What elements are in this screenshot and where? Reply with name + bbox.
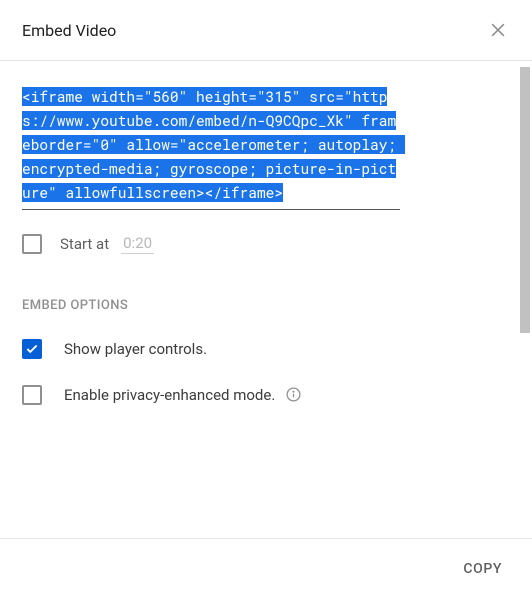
embed-code-text: <iframe width="560" height="315" src="ht… xyxy=(22,87,405,202)
privacy-mode-label-text: Enable privacy-enhanced mode. xyxy=(64,386,275,404)
start-at-checkbox[interactable] xyxy=(22,234,42,254)
start-at-label-text: Start at xyxy=(60,235,109,253)
player-controls-row: Show player controls. xyxy=(22,339,510,359)
privacy-mode-label: Enable privacy-enhanced mode. xyxy=(64,386,302,404)
copy-button[interactable]: COPY xyxy=(463,561,502,577)
start-at-row: Start at 0:20 xyxy=(22,234,510,254)
player-controls-label: Show player controls. xyxy=(64,340,207,358)
scrollbar-thumb[interactable] xyxy=(520,67,530,333)
dialog-header: Embed Video xyxy=(0,0,532,61)
privacy-mode-checkbox[interactable] xyxy=(22,385,42,405)
embed-options-header: EMBED OPTIONS xyxy=(22,298,510,313)
privacy-mode-row: Enable privacy-enhanced mode. xyxy=(22,385,510,405)
start-at-time-input[interactable]: 0:20 xyxy=(121,234,154,254)
embed-code-textarea[interactable]: <iframe width="560" height="315" src="ht… xyxy=(22,85,400,210)
close-icon xyxy=(488,20,508,40)
content-area: <iframe width="560" height="315" src="ht… xyxy=(0,61,532,521)
dialog-footer: COPY xyxy=(0,538,532,599)
player-controls-checkbox[interactable] xyxy=(22,339,42,359)
close-button[interactable] xyxy=(486,18,510,42)
start-at-label: Start at 0:20 xyxy=(60,234,154,254)
info-icon[interactable] xyxy=(285,386,302,403)
dialog-title: Embed Video xyxy=(22,21,116,40)
scroll-area: <iframe width="560" height="315" src="ht… xyxy=(0,61,532,521)
